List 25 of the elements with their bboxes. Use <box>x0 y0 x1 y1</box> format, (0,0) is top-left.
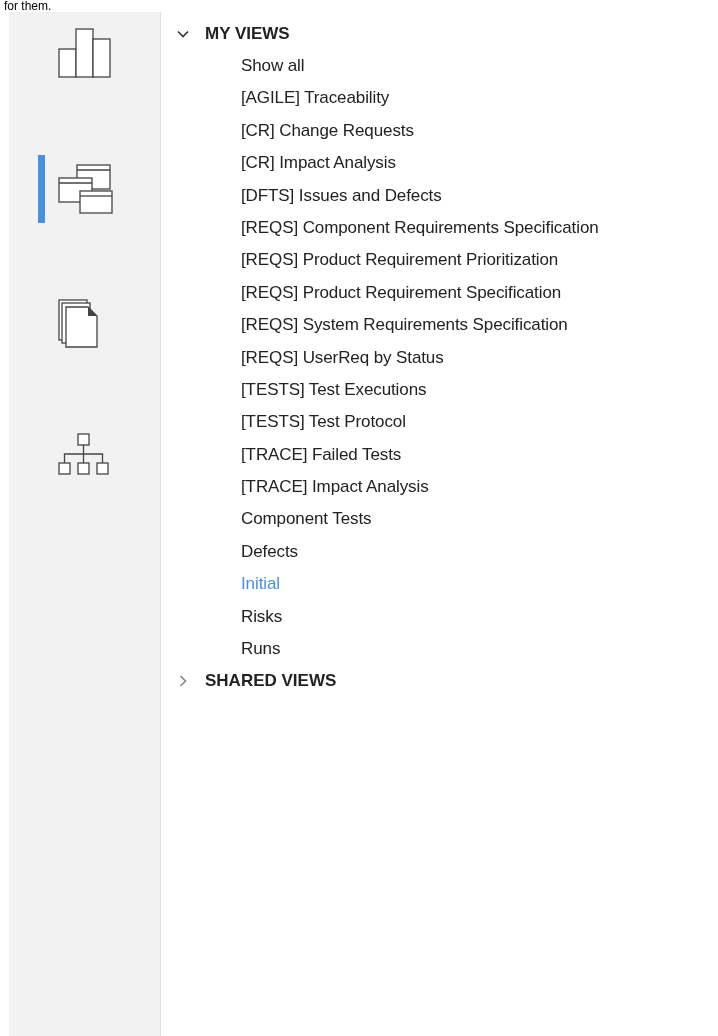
view-item[interactable]: [REQS] Product Requirement Specification <box>241 276 562 310</box>
view-item[interactable]: [CR] Impact Analysis <box>241 147 396 180</box>
view-item[interactable]: [TRACE] Failed Tests <box>241 438 402 472</box>
view-item[interactable]: [REQS] Component Requirements Specification <box>241 211 599 245</box>
view-item[interactable]: [DFTS] Issues and Defects <box>241 179 442 212</box>
cut-off-text: for them. <box>3 0 53 12</box>
chevron-icon[interactable] <box>177 28 189 40</box>
view-item[interactable]: Defects <box>241 535 298 569</box>
windows-icon[interactable] <box>57 163 113 215</box>
view-item[interactable]: [CR] Change Requests <box>241 114 414 148</box>
view-item[interactable]: Component Tests <box>241 503 372 536</box>
view-item[interactable]: [TESTS] Test Protocol <box>241 406 406 439</box>
view-item[interactable]: [REQS] UserReq by Status <box>241 341 444 374</box>
bar-chart-icon[interactable] <box>57 27 111 81</box>
view-item[interactable]: [TESTS] Test Executions <box>241 373 427 407</box>
view-item[interactable]: [AGILE] Traceability <box>241 82 390 115</box>
documents-icon[interactable] <box>57 298 101 350</box>
group-label[interactable]: MY VIEWS <box>205 24 290 44</box>
view-item[interactable]: [REQS] Product Requirement Prioritization <box>241 244 559 277</box>
view-item[interactable]: Runs <box>241 633 281 666</box>
view-item[interactable]: [REQS] System Requirements Specification <box>241 309 568 342</box>
view-item[interactable]: Show all <box>241 50 305 83</box>
view-item[interactable]: Risks <box>241 600 283 634</box>
view-item[interactable]: [TRACE] Impact Analysis <box>241 471 429 504</box>
group-label[interactable]: SHARED VIEWS <box>205 671 337 692</box>
